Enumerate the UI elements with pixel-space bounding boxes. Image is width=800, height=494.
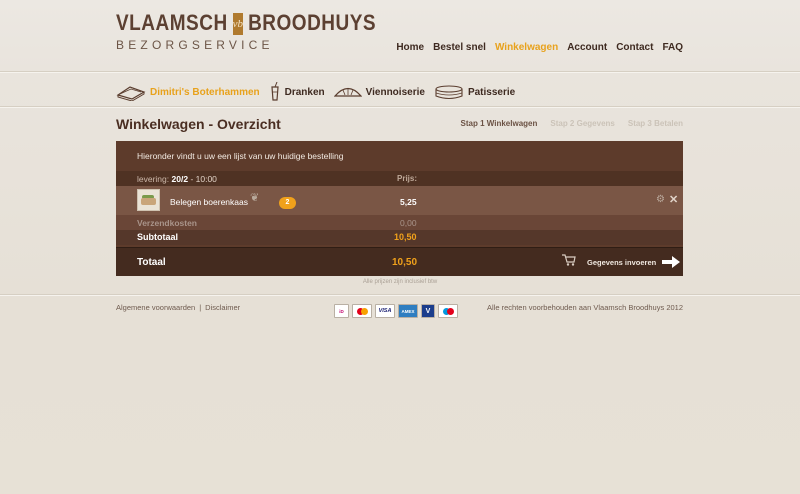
- drink-icon: [270, 82, 279, 101]
- total-value: 10,50: [392, 257, 418, 268]
- copyright: Alle rechten voorbehouden aan Vlaamsch B…: [487, 303, 683, 312]
- croissant-icon: [333, 87, 362, 97]
- amex-logo: AMEX: [398, 304, 418, 318]
- brand-tagline: BEZORGSERVICE: [116, 38, 274, 52]
- checkout-steps: Stap 1 Winkelwagen Stap 2 Gegevens Stap …: [461, 119, 683, 128]
- footer-divider: [0, 294, 800, 295]
- vpay-logo: V: [421, 304, 435, 318]
- nav-winkelwagen[interactable]: Winkelwagen: [495, 42, 558, 53]
- main-nav: Home Bestel snel Winkelwagen Account Con…: [396, 42, 683, 53]
- subtotal-value: 10,50: [394, 232, 417, 242]
- footer-links: Algemene voorwaarden | Disclaimer: [116, 303, 240, 312]
- quantity-badge[interactable]: 2: [279, 197, 296, 209]
- payment-methods: iD VISA AMEX V: [334, 304, 458, 318]
- disclaimer-link[interactable]: Disclaimer: [205, 303, 240, 312]
- arrow-right-icon: [662, 256, 681, 268]
- category-label: Dranken: [284, 86, 325, 98]
- gear-icon[interactable]: ⚙: [656, 194, 665, 205]
- next-step-label: Gegevens invoeren: [587, 257, 657, 267]
- terms-link[interactable]: Algemene voorwaarden: [116, 303, 195, 312]
- item-name: Belegen boerenkaas: [170, 197, 248, 207]
- page-title: Winkelwagen - Overzicht: [116, 116, 281, 132]
- brand-name-right: BROODHUYS: [248, 11, 377, 36]
- category-divider: [0, 106, 800, 107]
- cart-intro: Hieronder vindt u uw een lijst van uw hu…: [137, 151, 344, 161]
- subtotal-label: Subtotaal: [137, 232, 179, 242]
- category-viennoiserie[interactable]: Viennoiserie: [333, 85, 425, 99]
- visa-logo: VISA: [375, 304, 395, 318]
- category-boterhammen[interactable]: Dimitri's Boterhammen: [116, 83, 260, 101]
- total-label: Totaal: [137, 257, 166, 268]
- shipping-value: 0,00: [400, 218, 417, 228]
- next-step-button[interactable]: Gegevens invoeren: [587, 254, 681, 270]
- nav-contact[interactable]: Contact: [616, 42, 653, 53]
- category-label: Patisserie: [467, 86, 516, 98]
- vat-note: Alle prijzen zijn inclusief btw: [362, 279, 438, 285]
- brand-name-left: VLAAMSCH: [116, 11, 228, 36]
- cart-item-row: Belegen boerenkaas ❦ 2 5,25 ⚙ ✕: [116, 186, 683, 215]
- subtotal-row: Subtotaal 10,50: [116, 230, 683, 245]
- nav-account[interactable]: Account: [567, 42, 607, 53]
- delivery-label: levering:: [137, 174, 170, 184]
- category-label: Dimitri's Boterhammen: [150, 86, 260, 98]
- cart-header-row: levering: 20/2 - 10:00 Prijs:: [116, 171, 683, 186]
- total-row: Totaal 10,50 Gegevens invoeren: [116, 247, 683, 276]
- mastercard-logo: [352, 304, 372, 318]
- close-icon[interactable]: ✕: [669, 193, 678, 206]
- step-3: Stap 3 Betalen: [627, 119, 683, 128]
- category-label: Viennoiserie: [365, 86, 425, 98]
- delivery-time: - 10:00: [190, 174, 217, 184]
- step-1: Stap 1 Winkelwagen: [460, 119, 538, 128]
- sandwich-icon: [116, 86, 146, 101]
- delivery-date: 20/2: [171, 174, 189, 184]
- price-header: Prijs:: [397, 174, 418, 183]
- maestro-logo: [438, 304, 458, 318]
- footer-separator: |: [199, 303, 202, 312]
- brand-logo[interactable]: VLAAMSCH vb BROODHUYS BEZORGSERVICE: [116, 11, 376, 53]
- category-patisserie[interactable]: Patisserie: [434, 84, 515, 100]
- ideal-logo: iD: [334, 304, 349, 318]
- cart-panel: Hieronder vindt u uw een lijst van uw hu…: [116, 141, 683, 276]
- brand-mark: vb: [232, 13, 244, 35]
- shipping-row: Verzendkosten 0,00: [116, 215, 683, 230]
- category-dranken[interactable]: Dranken: [269, 82, 325, 102]
- header-divider: [0, 71, 800, 72]
- shipping-label: Verzendkosten: [137, 218, 197, 228]
- product-thumbnail: [137, 189, 160, 211]
- item-price: 5,25: [400, 197, 417, 207]
- nav-home[interactable]: Home: [396, 42, 424, 53]
- step-2: Stap 2 Gegevens: [550, 119, 615, 128]
- nav-faq[interactable]: FAQ: [662, 42, 683, 53]
- vegetarian-leaf-icon: ❦: [250, 192, 260, 204]
- nav-bestel-snel[interactable]: Bestel snel: [433, 42, 486, 53]
- cake-icon: [435, 85, 463, 100]
- delivery-info: levering: 20/2 - 10:00: [137, 174, 217, 184]
- category-nav: Dimitri's Boterhammen Dranken Viennoiser…: [116, 82, 524, 102]
- cart-icon: [562, 254, 576, 266]
